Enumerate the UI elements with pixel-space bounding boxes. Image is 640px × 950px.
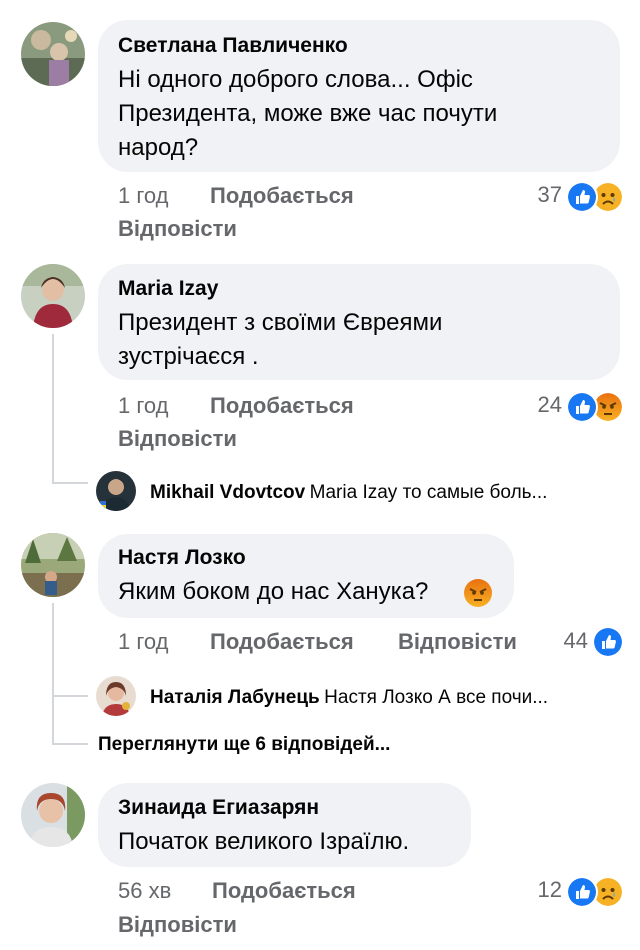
reply-text: Настя Лозко А все почи... <box>324 687 549 708</box>
like-button[interactable]: Подобається <box>210 629 354 655</box>
comment-author[interactable]: Настя Лозко <box>118 546 246 570</box>
thread-line <box>52 603 54 745</box>
comment-time[interactable]: 1 год <box>118 393 168 419</box>
comment-text: Президент з своїми Євреями зустрічаєся . <box>118 309 443 370</box>
comment-text: Ні одного доброго слова... Офіс Президен… <box>118 66 498 161</box>
reply-button[interactable]: Відповісти <box>398 629 517 655</box>
like-button[interactable]: Подобається <box>210 393 354 419</box>
reaction-count[interactable]: 24 <box>520 392 562 418</box>
reaction-count[interactable]: 44 <box>548 628 588 654</box>
reply-author[interactable]: Mikhail Vdovtcov <box>150 482 305 503</box>
avatar[interactable] <box>21 22 85 86</box>
view-more-replies-link[interactable]: Переглянути ще 6 відповідей... <box>98 734 390 756</box>
angry-emoji-icon <box>464 579 492 607</box>
reply-preview[interactable]: Mikhail Vdovtcov Maria Izay то самые бол… <box>150 482 547 504</box>
comment-time[interactable]: 1 год <box>118 629 168 655</box>
reply-text: Maria Izay то самые боль... <box>309 482 548 503</box>
comment-text: Початок великого Ізраїлю. <box>118 828 410 855</box>
thread-line <box>52 334 54 484</box>
reply-button[interactable]: Відповісти <box>118 426 237 452</box>
thread-line <box>52 482 88 484</box>
avatar[interactable] <box>96 676 136 716</box>
avatar[interactable] <box>21 533 85 597</box>
reply-author[interactable]: Наталія Лабунець <box>150 687 320 708</box>
like-icon <box>566 876 598 908</box>
like-icon <box>592 626 624 658</box>
reply-button[interactable]: Відповісти <box>118 912 237 938</box>
avatar[interactable] <box>96 471 136 511</box>
like-button[interactable]: Подобається <box>210 183 354 209</box>
comment-time[interactable]: 56 хв <box>118 878 171 904</box>
avatar[interactable] <box>21 264 85 328</box>
like-icon <box>566 181 598 213</box>
like-icon <box>566 391 598 423</box>
comment-author[interactable]: Зинаида Егиазарян <box>118 796 319 820</box>
comment-author[interactable]: Светлана Павличенко <box>118 34 348 58</box>
reply-button[interactable]: Відповісти <box>118 216 237 242</box>
thread-line <box>52 743 88 745</box>
like-button[interactable]: Подобається <box>212 878 356 904</box>
reaction-count[interactable]: 12 <box>520 877 562 903</box>
comment-author[interactable]: Maria Izay <box>118 277 218 301</box>
comment-text: Яким боком до нас Ханука? <box>118 578 429 605</box>
comment-time[interactable]: 1 год <box>118 183 168 209</box>
thread-line <box>52 695 88 697</box>
reaction-count[interactable]: 37 <box>520 182 562 208</box>
reply-preview[interactable]: Наталія Лабунець Настя Лозко А все почи.… <box>150 687 548 709</box>
avatar[interactable] <box>21 783 85 847</box>
